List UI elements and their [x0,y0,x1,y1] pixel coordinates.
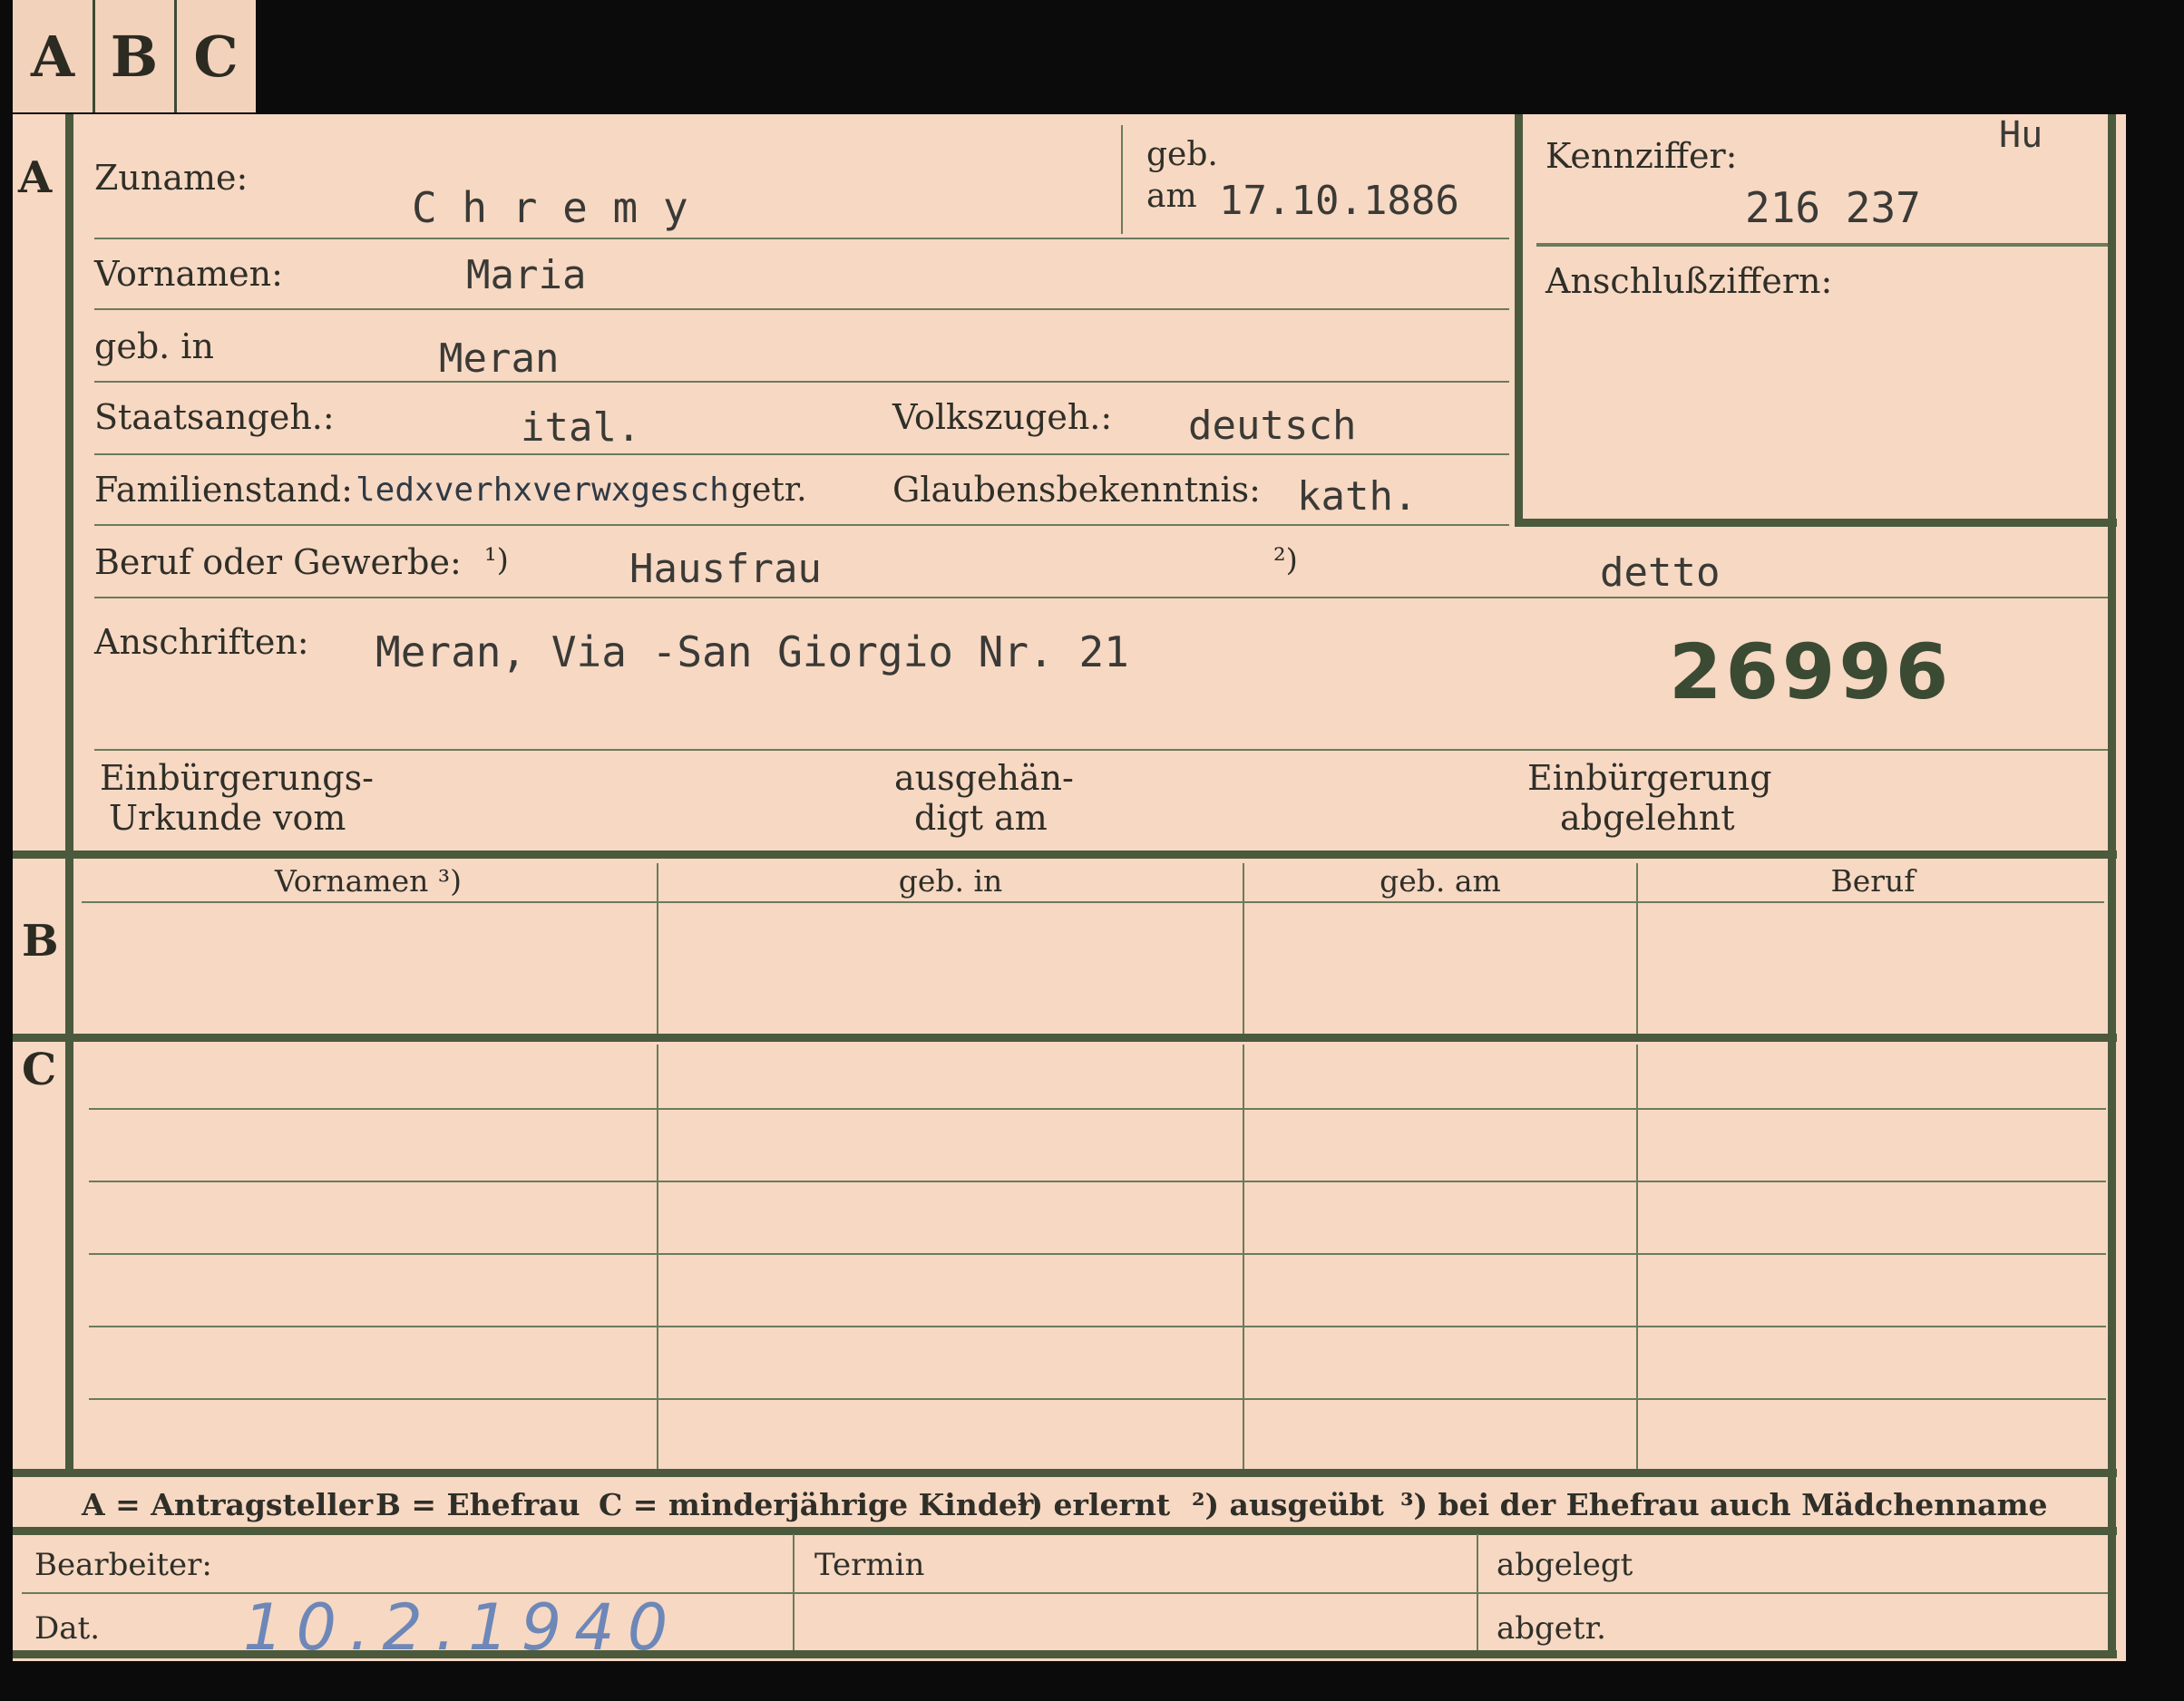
occupation-value2: detto [1600,549,1721,596]
b-col-header-1: Vornamen ³) [274,863,463,899]
marital-label: Familienstand: [94,470,353,510]
ethnicity-label: Volkszugeh.: [892,397,1113,437]
line-firstname [94,308,1509,310]
tab-a[interactable]: A [13,0,95,112]
legend-a: A = Antragsteller [82,1487,374,1522]
deadline-label: Termin [814,1547,925,1583]
rule-b-c [13,1034,2117,1042]
surname-label: Zuname: [94,158,249,198]
birthplace-value: Meran [439,335,560,382]
rule-a-b [13,850,2117,859]
id-box-left [1515,114,1523,526]
c-row-line-2 [89,1181,2106,1182]
line-occupation [94,597,2108,598]
address-value: Meran, Via -San Giorgio Nr. 21 [375,627,1129,676]
citizenship-label: Staatsangeh.: [94,397,335,437]
id-box-bottom [1515,519,2117,527]
clerk-label: Bearbeiter: [34,1547,212,1583]
legend-n3: ³) bei der Ehefrau auch Mädchenname [1400,1487,2048,1522]
handed-label-1: ausgehän- [894,758,1074,798]
b-col-header-2: geb. in [898,863,1003,899]
occupation-note1: ¹) [484,542,509,578]
c-row-line-1 [89,1108,2106,1110]
line-marital [94,524,1509,526]
c-row-line-4 [89,1326,2106,1327]
naturalization-label-2: Urkunde vom [109,798,346,838]
marital-value: getr. [731,471,807,509]
firstname-label: Vornamen: [94,254,283,294]
c-row-line-5 [89,1398,2106,1400]
b-col-header-3: geb. am [1380,863,1501,899]
naturalization-label-1: Einbürgerungs- [100,758,374,798]
id-label: Kennziffer: [1545,136,1738,176]
ethnicity-value: deutsch [1188,403,1357,449]
tab-c[interactable]: C [176,0,256,112]
b-header-line [82,901,2104,903]
legend-n2: ²) ausgeübt [1192,1487,1384,1522]
index-tabs: A B C [13,0,256,112]
line-surname [94,238,1509,239]
legend-b: B = Ehefrau [375,1487,580,1522]
legend-c: C = minderjährige Kinder [599,1487,1034,1522]
registration-card: A Zuname: C h r e m y geb. am 17.10.1886… [13,114,2126,1665]
religion-label: Glaubensbekenntnis: [892,470,1261,510]
born-on-value: 17.10.1886 [1219,178,1459,224]
occupation-value1: Hausfrau [629,546,822,592]
line-citizenship [94,453,1509,455]
line-birthplace [94,381,1509,383]
b-col-header-4: Beruf [1830,863,1916,899]
right-rule [2108,114,2116,1656]
id-value: 216 237 [1745,183,1921,232]
section-c-letter: C [22,1045,57,1095]
c-row-line-3 [89,1253,2106,1255]
section-a-letter: A [18,152,53,203]
date-value: 10.2.1940 [243,1590,681,1665]
filed-label: abgelegt [1497,1547,1633,1583]
line-address [94,749,2108,751]
occupation-note2: ²) [1273,542,1298,578]
tab-b[interactable]: B [94,0,177,112]
stamp-number: 26996 [1669,627,1953,716]
birthplace-label: geb. in [94,326,214,366]
left-rule-c [65,1041,73,1469]
firstname-value: Maria [466,252,587,298]
marital-struck: ledxverhxverwxgesch [356,471,729,509]
handed-label-2: digt am [914,798,1048,838]
legend-n1: ¹) erlernt [1016,1487,1171,1522]
section-b-letter: B [22,916,59,967]
address-label: Anschriften: [94,622,309,662]
left-rule-a [65,114,73,850]
surname-value: C h r e m y [412,183,688,232]
legend: A = Antragsteller B = Ehefrau C = minder… [13,1478,2126,1532]
occupation-label: Beruf oder Gewerbe: [94,542,462,582]
refused-label-1: Einbürgerung [1527,758,1772,798]
born-on-label: am [1146,178,1197,215]
rule-c-legend [13,1469,2117,1477]
id-note: Hu [1999,114,2043,156]
born-label: geb. [1146,136,1218,173]
citizenship-value: ital. [521,404,641,451]
religion-value: kath. [1297,473,1418,520]
id-box-divider [1536,243,2108,247]
born-divider [1121,125,1123,234]
left-rule-b [65,858,73,1034]
refused-label-2: abgelehnt [1560,798,1735,838]
date-label: Dat. [34,1610,101,1647]
attached-label: Anschlußziffern: [1545,261,1833,301]
filed2-label: abgetr. [1497,1610,1606,1647]
